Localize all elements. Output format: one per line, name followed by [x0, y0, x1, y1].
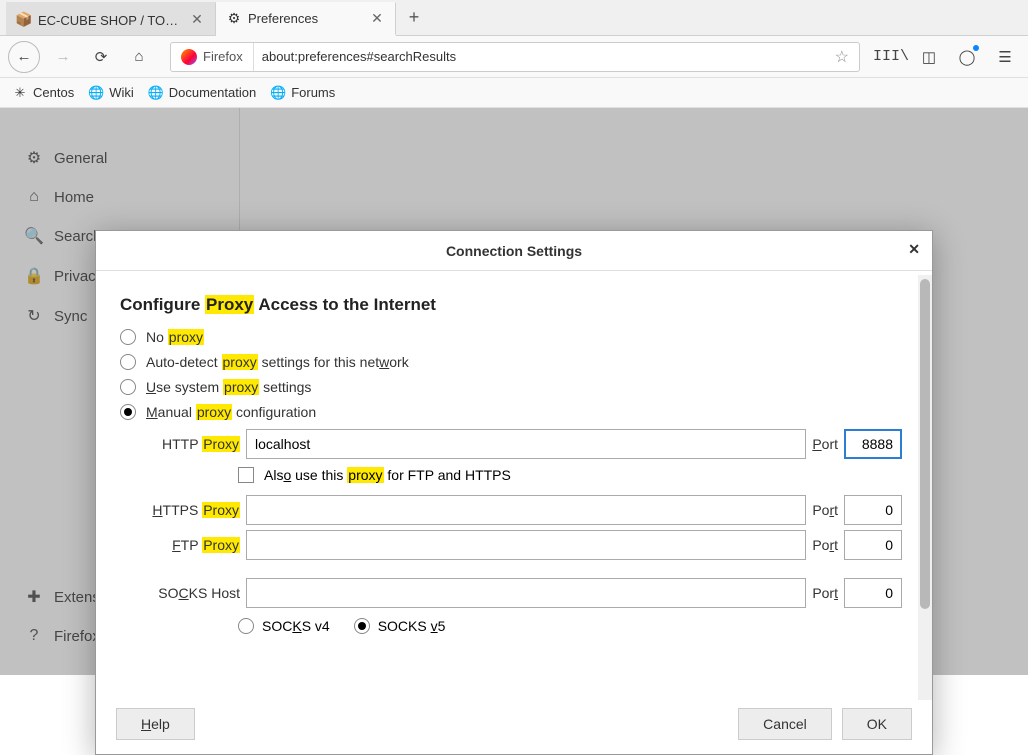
scrollbar[interactable] — [918, 275, 932, 700]
https-proxy-row: HTTPS Proxy Port — [152, 495, 902, 525]
radio-manual-proxy[interactable]: Manual proxy configuration — [120, 404, 902, 420]
radio-socks-v4[interactable]: SOCKS v4 — [238, 618, 330, 634]
tab-1-title: EC-CUBE SHOP / TOPペ — [38, 10, 183, 29]
firefox-icon — [181, 49, 197, 65]
new-tab-button[interactable]: + — [396, 0, 432, 35]
ok-button[interactable]: OK — [842, 708, 912, 740]
url-input[interactable] — [254, 49, 825, 64]
tab-1[interactable]: 📦 EC-CUBE SHOP / TOPペ ✕ — [6, 2, 216, 35]
ftp-proxy-row: FTP Proxy Port — [152, 530, 902, 560]
http-proxy-input[interactable] — [246, 429, 806, 459]
ftp-port-label: Port — [812, 537, 838, 553]
radio-socks-v5[interactable]: SOCKS v5 — [354, 618, 446, 634]
menu-button[interactable]: ☰ — [990, 42, 1020, 72]
gear-icon: ⚙ — [226, 11, 242, 27]
bookmark-centos[interactable]: ✳Centos — [12, 85, 74, 101]
library-icon[interactable]: III\ — [876, 42, 906, 72]
close-icon[interactable]: ✕ — [189, 11, 205, 27]
radio-icon[interactable] — [238, 618, 254, 634]
http-proxy-row: HTTP Proxy Port — [152, 429, 902, 459]
radio-icon[interactable] — [120, 329, 136, 345]
socks-host-label: SOCKS Host — [152, 585, 240, 601]
ftp-proxy-label: FTP Proxy — [152, 537, 240, 553]
forward-button: → — [48, 42, 78, 72]
dialog-body: Configure Proxy Access to the Internet N… — [96, 271, 932, 700]
http-port-input[interactable] — [844, 429, 902, 459]
radio-icon[interactable] — [120, 354, 136, 370]
socks-version-row: SOCKS v4 SOCKS v5 — [238, 618, 902, 634]
http-proxy-label: HTTP Proxy — [152, 436, 240, 452]
tab-2-title: Preferences — [248, 11, 363, 26]
radio-icon[interactable] — [120, 404, 136, 420]
https-proxy-label: HTTPS Proxy — [152, 502, 240, 518]
radio-icon[interactable] — [120, 379, 136, 395]
bookmark-star-icon[interactable]: ☆ — [825, 47, 859, 67]
globe-icon: 🌐 — [88, 85, 104, 101]
home-button[interactable]: ⌂ — [124, 42, 154, 72]
bookmarks-toolbar: ✳Centos 🌐Wiki 🌐Documentation 🌐Forums — [0, 78, 1028, 108]
globe-icon: 🌐 — [270, 85, 286, 101]
socks-port-input[interactable] — [844, 578, 902, 608]
https-proxy-input[interactable] — [246, 495, 806, 525]
back-button[interactable]: ← — [8, 41, 40, 73]
radio-no-proxy[interactable]: No proxy — [120, 329, 902, 345]
socks-port-label: Port — [812, 585, 838, 601]
reload-button[interactable]: ⟳ — [86, 42, 116, 72]
cancel-button[interactable]: Cancel — [738, 708, 832, 740]
also-use-checkbox-row[interactable]: Also use this proxy for FTP and HTTPS — [238, 467, 902, 483]
dialog-heading: Configure Proxy Access to the Internet — [120, 295, 902, 315]
dialog-title-bar: Connection Settings ✕ — [96, 231, 932, 271]
content-area: ⚙General ⌂Home 🔍Search 🔒Privacy & Securi… — [0, 108, 1028, 675]
radio-system-proxy[interactable]: Use system proxy settings — [120, 379, 902, 395]
bookmark-wiki[interactable]: 🌐Wiki — [88, 85, 134, 101]
nav-toolbar: ← → ⟳ ⌂ Firefox ☆ III\ ◫ ◯ ☰ — [0, 36, 1028, 78]
dialog-footer: Help Cancel OK — [96, 700, 932, 754]
dialog-title: Connection Settings — [446, 243, 582, 259]
https-port-input[interactable] — [844, 495, 902, 525]
help-button[interactable]: Help — [116, 708, 195, 740]
account-icon[interactable]: ◯ — [952, 42, 982, 72]
close-icon[interactable]: ✕ — [908, 241, 920, 258]
sidebar-icon[interactable]: ◫ — [914, 42, 944, 72]
ftp-port-input[interactable] — [844, 530, 902, 560]
checkbox-icon[interactable] — [238, 467, 254, 483]
http-port-label: Port — [812, 436, 838, 452]
tab-2[interactable]: ⚙ Preferences ✕ — [216, 2, 396, 36]
socks-host-row: SOCKS Host Port — [152, 578, 902, 608]
tab-bar: 📦 EC-CUBE SHOP / TOPペ ✕ ⚙ Preferences ✕ … — [0, 0, 1028, 36]
url-bar[interactable]: Firefox ☆ — [170, 42, 860, 72]
bookmark-docs[interactable]: 🌐Documentation — [148, 85, 256, 101]
cube-icon: 📦 — [16, 11, 32, 27]
radio-auto-detect[interactable]: Auto-detect proxy settings for this netw… — [120, 354, 902, 370]
globe-icon: 🌐 — [148, 85, 164, 101]
radio-icon[interactable] — [354, 618, 370, 634]
centos-icon: ✳ — [12, 85, 28, 101]
bookmark-forums[interactable]: 🌐Forums — [270, 85, 335, 101]
dialog-content: Configure Proxy Access to the Internet N… — [96, 271, 932, 700]
scrollbar-thumb[interactable] — [920, 279, 930, 609]
url-identity[interactable]: Firefox — [171, 43, 254, 71]
socks-host-input[interactable] — [246, 578, 806, 608]
ftp-proxy-input[interactable] — [246, 530, 806, 560]
close-icon[interactable]: ✕ — [369, 11, 385, 27]
connection-settings-dialog: Connection Settings ✕ Configure Proxy Ac… — [95, 230, 933, 755]
https-port-label: Port — [812, 502, 838, 518]
